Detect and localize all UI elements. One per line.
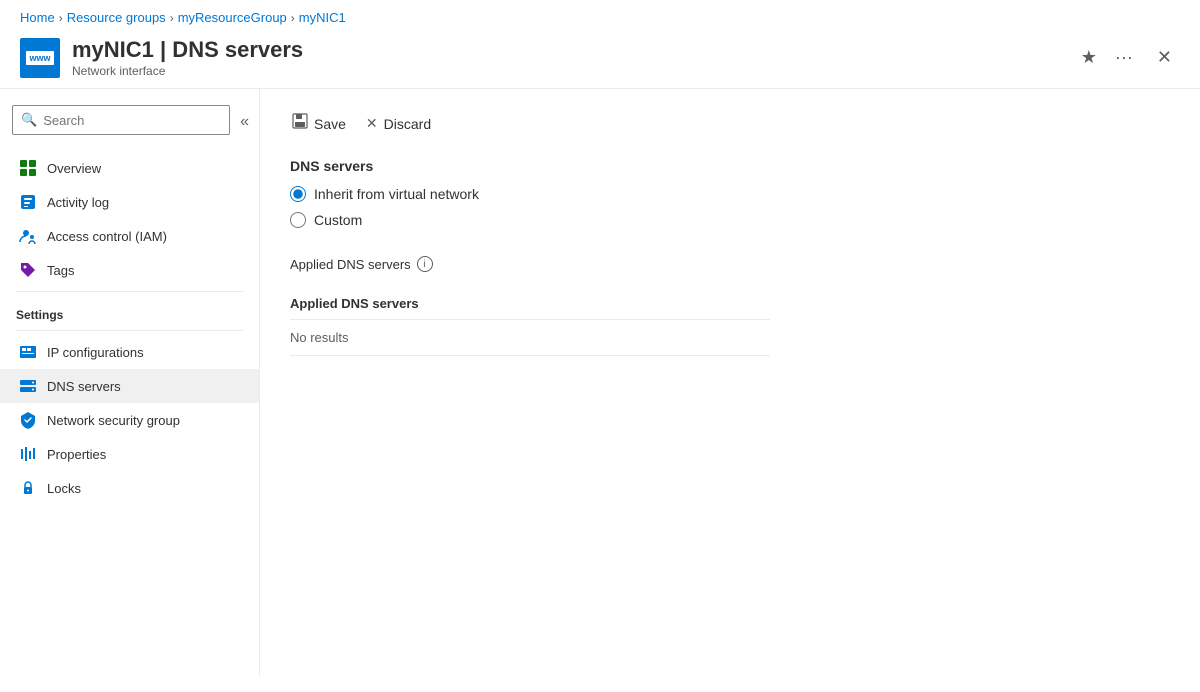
breadcrumb-resource-groups[interactable]: Resource groups bbox=[67, 10, 166, 25]
sidebar-item-overview-label: Overview bbox=[47, 161, 101, 176]
page-icon-text: www bbox=[26, 51, 53, 65]
radio-inherit[interactable] bbox=[290, 186, 306, 202]
toolbar: Save ✕ Discard bbox=[290, 109, 1170, 138]
page-subtitle: Network interface bbox=[72, 64, 1065, 78]
dns-servers-radio-group: Inherit from virtual network Custom bbox=[290, 186, 1170, 228]
search-icon: 🔍 bbox=[21, 112, 37, 128]
sidebar-item-locks[interactable]: Locks bbox=[0, 471, 259, 505]
radio-custom[interactable] bbox=[290, 212, 306, 228]
sidebar-item-activity-log-label: Activity log bbox=[47, 195, 109, 210]
sidebar-item-ip-configurations[interactable]: IP configurations bbox=[0, 335, 259, 369]
locks-icon bbox=[19, 479, 37, 497]
search-input[interactable] bbox=[43, 113, 221, 128]
sidebar-item-properties[interactable]: Properties bbox=[0, 437, 259, 471]
settings-divider bbox=[16, 330, 243, 331]
content-area: Save ✕ Discard DNS servers Inherit from … bbox=[260, 89, 1200, 676]
sidebar-item-tags-label: Tags bbox=[47, 263, 74, 278]
breadcrumb: Home › Resource groups › myResourceGroup… bbox=[0, 0, 1200, 31]
breadcrumb-nic[interactable]: myNIC1 bbox=[299, 10, 346, 25]
header-actions: ★ ··· bbox=[1077, 43, 1137, 72]
page-title-group: myNIC1 | DNS servers Network interface bbox=[72, 37, 1065, 78]
save-icon bbox=[292, 113, 308, 134]
ip-config-icon bbox=[19, 343, 37, 361]
sidebar-divider bbox=[16, 291, 243, 292]
favorite-button[interactable]: ★ bbox=[1077, 43, 1101, 72]
dns-servers-section-title: DNS servers bbox=[290, 158, 1170, 174]
sidebar-item-dns-servers[interactable]: DNS servers bbox=[0, 369, 259, 403]
nsg-icon bbox=[19, 411, 37, 429]
no-results-row: No results bbox=[290, 320, 770, 356]
info-icon-text: i bbox=[424, 259, 426, 270]
sidebar-item-network-security-group[interactable]: Network security group bbox=[0, 403, 259, 437]
search-row: 🔍 « bbox=[0, 97, 259, 147]
dns-servers-icon bbox=[19, 377, 37, 395]
main-layout: 🔍 « Overview bbox=[0, 89, 1200, 676]
sidebar-item-tags[interactable]: Tags bbox=[0, 253, 259, 287]
more-button[interactable]: ··· bbox=[1111, 43, 1137, 72]
sidebar-item-nsg-label: Network security group bbox=[47, 413, 180, 428]
applied-dns-label: Applied DNS servers bbox=[290, 257, 411, 272]
sidebar-item-access-control-label: Access control (IAM) bbox=[47, 229, 167, 244]
collapse-button[interactable]: « bbox=[238, 111, 251, 133]
overview-icon bbox=[19, 159, 37, 177]
sidebar-item-overview[interactable]: Overview bbox=[0, 151, 259, 185]
close-button[interactable]: ✕ bbox=[1149, 43, 1180, 72]
page-title: myNIC1 | DNS servers bbox=[72, 37, 1065, 63]
sidebar-item-dns-servers-label: DNS servers bbox=[47, 379, 121, 394]
radio-inherit-label[interactable]: Inherit from virtual network bbox=[290, 186, 1170, 202]
save-label: Save bbox=[314, 116, 346, 132]
properties-icon bbox=[19, 445, 37, 463]
info-icon[interactable]: i bbox=[417, 256, 433, 272]
applied-dns-header: Applied DNS servers i bbox=[290, 256, 1170, 272]
activity-log-icon bbox=[19, 193, 37, 211]
settings-section-label: Settings bbox=[0, 296, 259, 326]
page-header: www myNIC1 | DNS servers Network interfa… bbox=[0, 31, 1200, 89]
breadcrumb-resource-group[interactable]: myResourceGroup bbox=[178, 10, 287, 25]
radio-inherit-text: Inherit from virtual network bbox=[314, 186, 479, 202]
applied-dns-section: Applied DNS servers i Applied DNS server… bbox=[290, 256, 1170, 356]
save-button[interactable]: Save bbox=[290, 109, 348, 138]
radio-custom-label[interactable]: Custom bbox=[290, 212, 1170, 228]
sidebar-item-locks-label: Locks bbox=[47, 481, 81, 496]
page-icon: www bbox=[20, 38, 60, 78]
applied-dns-table: Applied DNS servers No results bbox=[290, 288, 770, 356]
applied-dns-table-header: Applied DNS servers bbox=[290, 288, 770, 320]
sidebar-item-access-control[interactable]: Access control (IAM) bbox=[0, 219, 259, 253]
discard-label: Discard bbox=[384, 116, 431, 132]
breadcrumb-home[interactable]: Home bbox=[20, 10, 55, 25]
search-box-container: 🔍 bbox=[12, 105, 230, 135]
discard-icon: ✕ bbox=[366, 115, 378, 132]
sidebar-item-activity-log[interactable]: Activity log bbox=[0, 185, 259, 219]
radio-custom-text: Custom bbox=[314, 212, 362, 228]
sidebar: 🔍 « Overview bbox=[0, 89, 260, 676]
sidebar-item-ip-configurations-label: IP configurations bbox=[47, 345, 144, 360]
access-control-icon bbox=[19, 227, 37, 245]
sidebar-item-properties-label: Properties bbox=[47, 447, 106, 462]
tags-icon bbox=[19, 261, 37, 279]
discard-button[interactable]: ✕ Discard bbox=[364, 111, 433, 136]
